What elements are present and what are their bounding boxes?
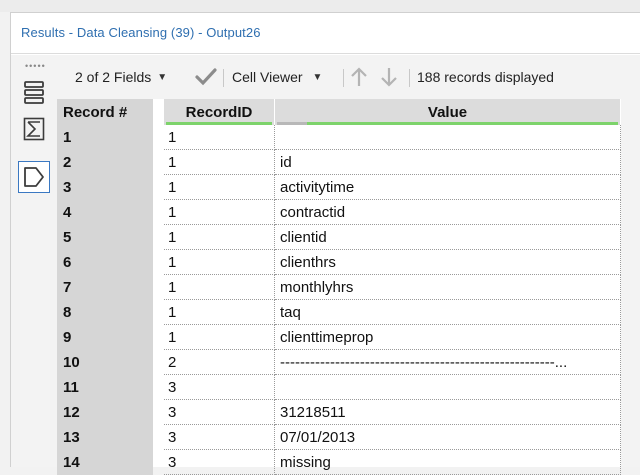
value-cell[interactable] xyxy=(275,375,621,400)
table-row: 13 3 07/01/2013 xyxy=(57,425,640,450)
toolbar-divider xyxy=(343,69,344,87)
chevron-down-icon: ▼ xyxy=(157,71,168,83)
recordid-cell[interactable]: 3 xyxy=(164,450,275,475)
table-row: 2 1 id xyxy=(57,150,640,175)
value-cell[interactable]: clienthrs xyxy=(275,250,621,275)
table-row: 11 xyxy=(57,125,640,150)
record-number-cell: 14 xyxy=(57,450,153,475)
results-toolbar: 2 of 2 Fields ▼ Cell Viewer ▼ 188 record… xyxy=(55,63,640,91)
value-cell[interactable]: 07/01/2013 xyxy=(275,425,621,450)
chevron-down-icon: ▼ xyxy=(312,71,323,83)
metadata-button[interactable] xyxy=(18,161,50,193)
toolbar-divider xyxy=(409,69,410,87)
drag-grip[interactable]: ••••• xyxy=(25,61,46,71)
recordid-cell[interactable]: 2 xyxy=(164,350,275,375)
recordid-cell[interactable]: 1 xyxy=(164,200,275,225)
table-row: 3 1 activitytime xyxy=(57,175,640,200)
value-cell[interactable]: contractid xyxy=(275,200,621,225)
table-row: 12 3 31218511 xyxy=(57,400,640,425)
tag-icon xyxy=(24,167,44,187)
value-cell[interactable]: ----------------------------------------… xyxy=(275,350,621,375)
results-grid: Record # RecordID Value 1 1 2 1 id 3 1 activity… xyxy=(57,99,640,475)
table-row: 8 1 taq xyxy=(57,300,640,325)
value-cell[interactable]: id xyxy=(275,150,621,175)
value-cell[interactable]: missing xyxy=(275,450,621,475)
grid-edge xyxy=(621,55,640,467)
record-number-cell: 5 xyxy=(57,225,153,250)
column-header-recordid[interactable]: RecordID xyxy=(164,99,275,125)
recordid-cell[interactable]: 1 xyxy=(164,250,275,275)
summation-icon xyxy=(23,117,45,141)
record-number-cell: 12 xyxy=(57,400,153,425)
value-cell[interactable] xyxy=(275,125,621,150)
record-number-cell: 9 xyxy=(57,325,153,350)
results-body: ••••• 2 of 2 Fields ▼ Cell Viewer ▼ 188 … xyxy=(11,55,640,475)
recordid-cell[interactable]: 1 xyxy=(164,175,275,200)
recordid-cell[interactable]: 3 xyxy=(164,400,275,425)
apply-fields-button[interactable] xyxy=(195,63,217,91)
recordid-cell[interactable]: 1 xyxy=(164,300,275,325)
record-number-cell: 8 xyxy=(57,300,153,325)
table-rows: 1 1 2 1 id 3 1 activitytime 4 1 contractid 5 1 client… xyxy=(57,125,640,475)
scroll-up-button[interactable] xyxy=(349,63,369,91)
arrow-up-icon xyxy=(351,67,367,86)
value-cell[interactable]: 31218511 xyxy=(275,400,621,425)
record-number-cell: 10 xyxy=(57,350,153,375)
record-number-cell: 2 xyxy=(57,150,153,175)
data-rows-icon xyxy=(24,81,44,104)
data-rows-button[interactable] xyxy=(20,79,48,107)
table-row: 7 1 monthlyhrs xyxy=(57,275,640,300)
recordid-cell[interactable]: 1 xyxy=(164,325,275,350)
toolbar-divider xyxy=(223,69,224,87)
column-header-label: RecordID xyxy=(185,103,253,121)
scroll-down-button[interactable] xyxy=(379,63,399,91)
results-side-toolbar: ••••• xyxy=(11,55,55,467)
record-number-cell: 11 xyxy=(57,375,153,400)
table-row: 4 1 contractid xyxy=(57,200,640,225)
viewer-dropdown[interactable]: Cell Viewer ▼ xyxy=(232,63,322,91)
results-panel: Results - Data Cleansing (39) - Output26… xyxy=(10,12,640,475)
arrow-down-icon xyxy=(381,68,397,87)
value-cell[interactable]: clientid xyxy=(275,225,621,250)
value-cell[interactable]: taq xyxy=(275,300,621,325)
records-count: 188 records displayed xyxy=(417,63,554,91)
table-row: 5 1 clientid xyxy=(57,225,640,250)
column-header-label: Value xyxy=(427,103,468,121)
viewer-dropdown-label: Cell Viewer xyxy=(232,69,303,85)
table-row: 10 2 -------------------------------------… xyxy=(57,350,640,375)
table-row: 9 1 clienttimeprop xyxy=(57,325,640,350)
table-row: 6 1 clienthrs xyxy=(57,250,640,275)
record-number-header: Record # xyxy=(57,99,153,125)
window-top-strip xyxy=(0,0,640,12)
table-row: 11 3 xyxy=(57,375,640,400)
record-number-cell: 7 xyxy=(57,275,153,300)
results-title: Results - Data Cleansing (39) - Output26 xyxy=(21,25,261,40)
value-cell[interactable]: monthlyhrs xyxy=(275,275,621,300)
record-number-cell: 13 xyxy=(57,425,153,450)
column-header-value[interactable]: Value xyxy=(275,99,621,125)
summary-button[interactable] xyxy=(20,115,48,143)
record-number-cell: 4 xyxy=(57,200,153,225)
recordid-cell[interactable]: 1 xyxy=(164,275,275,300)
value-cell[interactable]: activitytime xyxy=(275,175,621,200)
recordid-cell[interactable]: 1 xyxy=(164,225,275,250)
results-header: Results - Data Cleansing (39) - Output26 xyxy=(11,13,640,54)
table-row: 14 3 missing xyxy=(57,450,640,475)
fields-dropdown-label: 2 of 2 Fields xyxy=(75,69,152,85)
record-number-cell: 1 xyxy=(57,125,153,150)
value-cell[interactable]: clienttimeprop xyxy=(275,325,621,350)
recordid-cell[interactable]: 3 xyxy=(164,425,275,450)
recordid-cell[interactable]: 3 xyxy=(164,375,275,400)
recordid-cell[interactable]: 1 xyxy=(164,125,275,150)
records-count-text: 188 records displayed xyxy=(417,69,554,85)
recordid-cell[interactable]: 1 xyxy=(164,150,275,175)
fields-dropdown[interactable]: 2 of 2 Fields ▼ xyxy=(75,63,167,91)
checkmark-icon xyxy=(195,68,217,86)
record-number-cell: 6 xyxy=(57,250,153,275)
record-number-cell: 3 xyxy=(57,175,153,200)
